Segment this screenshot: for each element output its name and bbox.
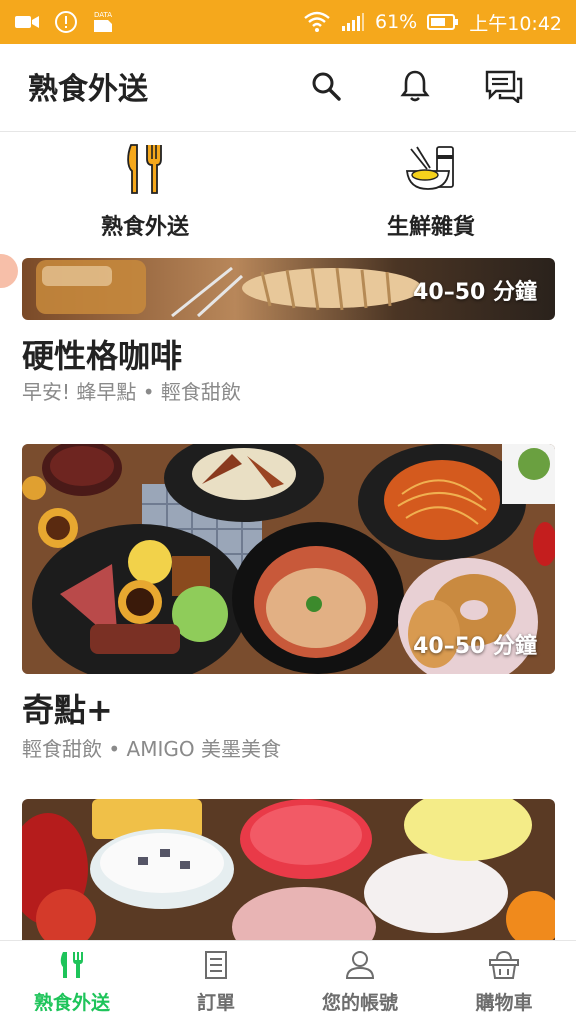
nav-label: 訂單: [196, 992, 235, 1014]
nav-cart[interactable]: 購物車: [432, 941, 576, 1024]
utensils-icon: [59, 950, 85, 984]
store-tags: 早安! 蜂早點 • 輕食甜飲: [22, 380, 241, 404]
battery-icon: [427, 13, 459, 31]
nav-label: 購物車: [475, 992, 533, 1014]
store-tags: 輕食甜飲 • AMIGO 美墨美食: [22, 737, 281, 761]
category-groceries[interactable]: 生鮮雜貨: [331, 141, 531, 245]
video-camera-icon: [14, 13, 40, 31]
delivery-eta: 40–50 分鐘: [413, 634, 537, 659]
category-cooked-food[interactable]: 熟食外送: [45, 141, 245, 245]
store-image[interactable]: 40–50 分鐘: [22, 444, 555, 674]
signal-icon: [341, 12, 365, 32]
store-feed[interactable]: 40–50 分鐘 硬性格咖啡 早安! 蜂早點 • 輕食甜飲 40–50 分鐘 奇…: [0, 251, 576, 940]
store-image[interactable]: [22, 799, 555, 940]
status-bar: DATA 61% 上午10:42: [0, 0, 576, 44]
data-sim-icon: DATA: [92, 10, 114, 33]
bottom-nav: 熟食外送 訂單 您的帳號 購物車: [0, 940, 576, 1024]
nav-label: 您的帳號: [321, 992, 398, 1014]
search-icon: [310, 70, 342, 106]
store-name[interactable]: 硬性格咖啡: [22, 331, 182, 377]
bell-icon: [400, 69, 430, 107]
page-title: 熟食外送: [28, 72, 148, 107]
category-label: 生鮮雜貨: [386, 215, 475, 240]
alert-circle-icon: [54, 10, 78, 34]
nav-label: 熟食外送: [33, 992, 110, 1014]
clock: 上午10:42: [469, 12, 562, 35]
messages-button[interactable]: [482, 66, 526, 110]
utensils-icon: [125, 141, 165, 201]
basket-icon: [488, 950, 520, 984]
app-header: 熟食外送: [0, 44, 576, 132]
receipt-icon: [203, 950, 229, 984]
delivery-eta: 40–50 分鐘: [413, 280, 537, 305]
user-icon: [344, 950, 376, 984]
store-image[interactable]: 40–50 分鐘: [22, 258, 555, 320]
store-name[interactable]: 奇點+: [22, 685, 113, 731]
notifications-button[interactable]: [393, 66, 437, 110]
category-label: 熟食外送: [100, 215, 189, 240]
nav-account[interactable]: 您的帳號: [288, 941, 432, 1024]
chat-icon: [484, 69, 524, 107]
nav-orders[interactable]: 訂單: [144, 941, 288, 1024]
data-label: DATA: [93, 10, 113, 19]
nav-cooked-food[interactable]: 熟食外送: [0, 941, 144, 1024]
grocery-icon: [403, 141, 459, 201]
category-row: 熟食外送 生鮮雜貨: [0, 133, 576, 251]
battery-percent: 61%: [375, 11, 418, 33]
wifi-icon: [303, 11, 331, 33]
search-button[interactable]: [304, 66, 348, 110]
